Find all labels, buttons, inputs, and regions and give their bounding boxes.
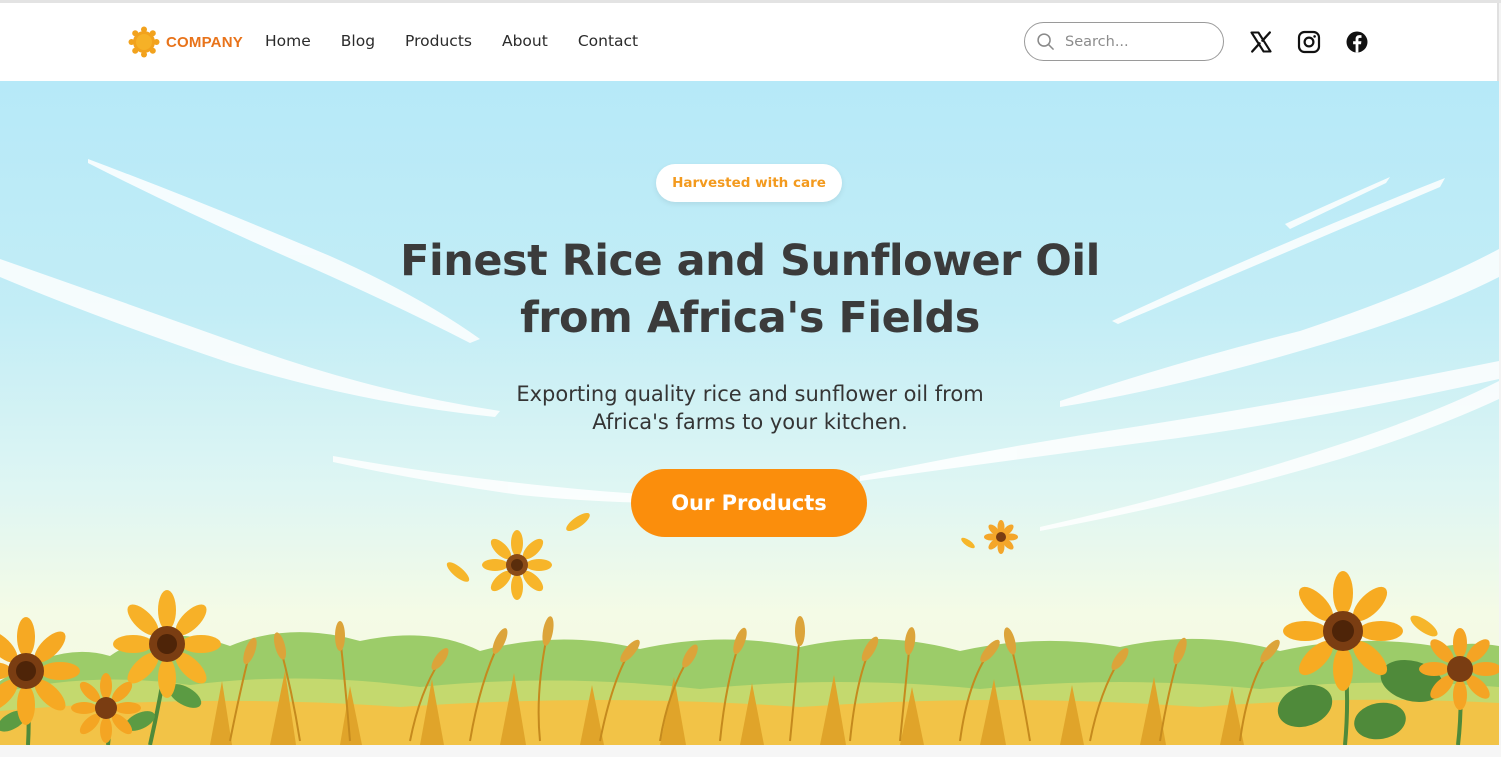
page: COMPANY Home Blog Products About Contact [0, 0, 1501, 757]
site-header: COMPANY Home Blog Products About Contact [0, 3, 1499, 81]
search-input[interactable] [1063, 32, 1217, 51]
hero-subtitle-line-1: Exporting quality rice and sunflower oil… [516, 382, 984, 406]
hero-title: Finest Rice and Sunflower Oil from Afric… [300, 233, 1200, 347]
facebook-icon[interactable] [1345, 30, 1369, 54]
harvest-badge: Harvested with care [656, 164, 842, 202]
our-products-button[interactable]: Our Products [631, 469, 867, 537]
search-box[interactable] [1024, 22, 1224, 61]
search-icon [1037, 33, 1054, 50]
logo-text: COMPANY [166, 33, 243, 51]
hero-section: Harvested with care Finest Rice and Sunf… [0, 81, 1499, 745]
hero-subtitle-line-2: Africa's farms to your kitchen. [592, 410, 908, 434]
hero-title-line-2: from Africa's Fields [520, 293, 980, 343]
nav-blog[interactable]: Blog [341, 32, 375, 50]
instagram-icon[interactable] [1297, 30, 1321, 54]
nav-home[interactable]: Home [265, 32, 311, 50]
hero-title-line-1: Finest Rice and Sunflower Oil [400, 236, 1100, 286]
sun-logo-icon [128, 26, 160, 58]
main-nav: Home Blog Products About Contact [265, 32, 668, 50]
nav-products[interactable]: Products [405, 32, 472, 50]
nav-about[interactable]: About [502, 32, 548, 50]
bottom-strip [0, 745, 1501, 757]
logo[interactable]: COMPANY [128, 26, 243, 58]
hero-subtitle: Exporting quality rice and sunflower oil… [450, 380, 1050, 436]
nav-contact[interactable]: Contact [578, 32, 638, 50]
x-icon[interactable] [1249, 30, 1273, 54]
